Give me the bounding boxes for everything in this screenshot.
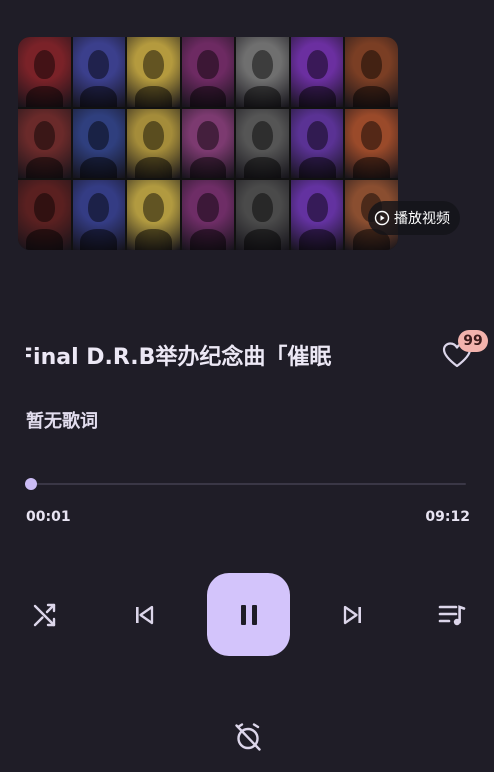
- cover-tile: [18, 37, 71, 107]
- play-circle-icon: [374, 210, 390, 226]
- cover-tile: [236, 108, 289, 179]
- cover-tile: [18, 180, 71, 250]
- album-cover[interactable]: [18, 37, 398, 250]
- cover-tile: [290, 108, 344, 179]
- playlist-button[interactable]: [436, 600, 468, 630]
- cover-tile: [127, 180, 180, 250]
- cover-tile: [72, 108, 126, 179]
- cover-tile: [236, 37, 289, 107]
- progress-track[interactable]: [30, 483, 466, 485]
- current-time: 00:01: [26, 509, 71, 525]
- cover-tile: [181, 108, 235, 179]
- next-button[interactable]: [339, 601, 367, 629]
- pause-icon: [240, 604, 257, 625]
- play-video-label: 播放视频: [394, 211, 450, 227]
- cover-tile: [181, 37, 235, 107]
- skip-previous-icon: [136, 605, 154, 625]
- cover-tile: [72, 180, 126, 250]
- song-title-marquee: Final D.R.B举办纪念曲「催眠: [26, 338, 400, 378]
- queue-music-icon: [438, 605, 466, 626]
- cover-tile: [345, 37, 398, 107]
- lyric-text: 暂无歌词: [26, 411, 98, 432]
- cover-tile: [290, 180, 344, 250]
- sleep-timer-button[interactable]: [232, 721, 264, 753]
- pause-button[interactable]: [207, 573, 290, 656]
- cover-tile: [290, 37, 344, 107]
- cover-tile: [236, 180, 289, 250]
- skip-next-icon: [343, 605, 361, 625]
- previous-button[interactable]: [130, 601, 158, 629]
- shuffle-icon: [33, 603, 56, 627]
- cover-tile: [345, 108, 398, 179]
- song-title: Final D.R.B举办纪念曲「催眠: [26, 345, 332, 370]
- cover-tile: [18, 108, 71, 179]
- cover-tile: [127, 108, 180, 179]
- cover-tile: [181, 180, 235, 250]
- total-time: 09:12: [425, 509, 470, 525]
- play-video-button[interactable]: 播放视频: [368, 201, 460, 235]
- cover-tile: [72, 37, 126, 107]
- like-count-badge: 99: [458, 330, 488, 352]
- cover-tile: [127, 37, 180, 107]
- alarm-off-icon: [235, 723, 261, 751]
- shuffle-button[interactable]: [30, 600, 60, 630]
- progress-thumb[interactable]: [24, 478, 37, 490]
